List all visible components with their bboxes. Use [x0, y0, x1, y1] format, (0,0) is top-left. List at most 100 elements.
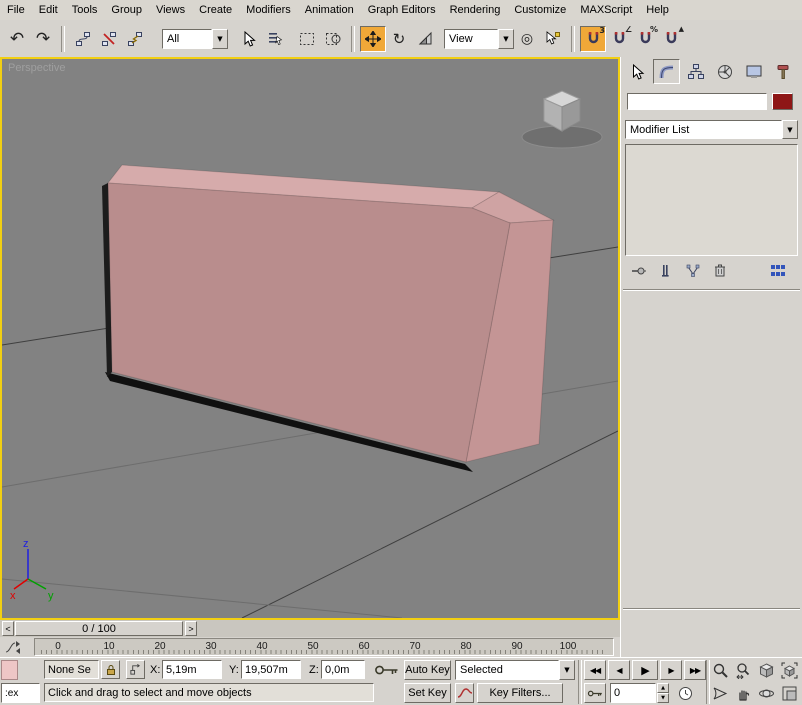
angle-snap-button[interactable]: ∠ — [606, 26, 632, 52]
auto-key-button[interactable]: Auto Key — [404, 660, 451, 680]
menu-tools[interactable]: Tools — [65, 2, 105, 18]
pan-button[interactable] — [733, 683, 754, 704]
selection-filter-arrow[interactable]: ▼ — [212, 29, 228, 49]
next-frame-arrow: > — [188, 624, 193, 634]
menu-animation[interactable]: Animation — [298, 2, 361, 18]
time-slider-prev-button[interactable]: < — [2, 621, 14, 636]
z-coord-field[interactable]: 0,0m — [321, 660, 365, 679]
x-coord-field[interactable]: 5,19m — [162, 660, 222, 679]
time-slider-handle[interactable]: 0 / 100 — [15, 621, 183, 636]
viewport-canvas[interactable]: z x y — [2, 59, 618, 618]
show-end-result-button[interactable] — [653, 261, 678, 280]
time-configuration-button[interactable] — [674, 683, 696, 703]
modifier-stack-list[interactable] — [625, 144, 798, 256]
tab-hierarchy[interactable] — [682, 59, 709, 84]
next-frame-button[interactable]: ▶ — [660, 660, 682, 680]
default-tangent-button[interactable] — [455, 683, 474, 703]
keyboard-override-toggle[interactable] — [370, 660, 402, 680]
object-name-input[interactable] — [627, 93, 767, 110]
mini-curve-editor-button[interactable] — [2, 638, 24, 656]
tab-motion[interactable] — [711, 59, 738, 84]
selection-filter-value[interactable]: All — [162, 29, 212, 49]
menu-maxscript[interactable]: MAXScript — [573, 2, 639, 18]
rectangular-selection-region-button[interactable] — [294, 26, 320, 52]
menu-help[interactable]: Help — [639, 2, 676, 18]
menu-customize[interactable]: Customize — [507, 2, 573, 18]
tab-display[interactable] — [740, 59, 767, 84]
menu-edit[interactable]: Edit — [32, 2, 65, 18]
menu-group[interactable]: Group — [104, 2, 149, 18]
undo-button[interactable]: ↶ — [4, 26, 30, 52]
frame-spinner-up[interactable]: ▲ — [657, 683, 669, 693]
bind-to-spacewarp-button[interactable] — [122, 26, 148, 52]
reference-coordinate-value[interactable]: View — [444, 29, 498, 49]
y-coord-field[interactable]: 19,507m — [241, 660, 301, 679]
panel-divider — [623, 289, 800, 291]
zoom-button[interactable] — [710, 660, 731, 681]
select-and-link-button[interactable] — [70, 26, 96, 52]
window-crossing-toggle-button[interactable] — [320, 26, 346, 52]
perspective-viewport[interactable]: z x y Perspective — [0, 57, 620, 620]
menu-views[interactable]: Views — [149, 2, 192, 18]
selection-lock-toggle[interactable] — [101, 660, 120, 679]
zoom-all-icon — [735, 662, 752, 679]
select-and-manipulate-icon — [545, 31, 561, 47]
play-button[interactable]: ▶ — [632, 660, 658, 680]
select-and-scale-button[interactable] — [412, 26, 438, 52]
prev-frame-arrow: < — [5, 624, 10, 634]
key-mode-toggle[interactable] — [584, 683, 606, 703]
key-selection-arrow[interactable]: ▼ — [559, 660, 575, 680]
go-to-end-button[interactable]: ▶▶ — [684, 660, 706, 680]
reference-coordinate-arrow[interactable]: ▼ — [498, 29, 514, 49]
viewport-label[interactable]: Perspective — [8, 62, 65, 74]
previous-frame-button[interactable]: ◀ — [608, 660, 630, 680]
menu-create[interactable]: Create — [192, 2, 239, 18]
set-key-button[interactable]: Set Key — [404, 683, 451, 703]
tab-utilities[interactable] — [769, 59, 796, 84]
select-and-rotate-button[interactable]: ↻ — [386, 26, 412, 52]
key-filters-button[interactable]: Key Filters... — [477, 683, 563, 703]
select-object-button[interactable] — [236, 26, 262, 52]
zoom-all-button[interactable] — [733, 660, 754, 681]
snaps-toggle-button[interactable]: 3 — [580, 26, 606, 52]
spinner-snap-button[interactable]: ▲ — [658, 26, 684, 52]
field-of-view-button[interactable] — [710, 683, 731, 704]
object-color-swatch[interactable] — [772, 93, 793, 110]
percent-snap-button[interactable]: % — [632, 26, 658, 52]
use-pivot-center-button[interactable]: ◎ — [514, 26, 540, 52]
arc-rotate-button[interactable] — [756, 683, 777, 704]
zoom-extents-button[interactable] — [756, 660, 777, 681]
tab-modify[interactable] — [653, 59, 680, 84]
maxscript-listener-field[interactable]: :ex — [1, 683, 40, 703]
select-and-move-button[interactable] — [360, 26, 386, 52]
modifier-list-arrow[interactable]: ▼ — [782, 120, 798, 139]
select-by-name-button[interactable] — [262, 26, 288, 52]
redo-icon: ↷ — [36, 29, 50, 49]
go-to-start-button[interactable]: ◀◀ — [584, 660, 606, 680]
pin-stack-button[interactable] — [626, 261, 651, 280]
absolute-offset-toggle[interactable] — [126, 660, 145, 679]
modifier-list-value[interactable]: Modifier List — [625, 120, 782, 139]
menu-file[interactable]: File — [0, 2, 32, 18]
frame-spinner-down[interactable]: ▼ — [657, 693, 669, 703]
remove-modifier-button[interactable] — [707, 261, 732, 280]
hierarchy-tab-icon — [687, 63, 705, 81]
unlink-selection-button[interactable] — [96, 26, 122, 52]
tab-create[interactable] — [624, 59, 651, 84]
time-slider-next-button[interactable]: > — [185, 621, 197, 636]
macro-recorder-field[interactable] — [1, 660, 18, 680]
menu-modifiers[interactable]: Modifiers — [239, 2, 298, 18]
current-frame-field[interactable]: 0 — [610, 683, 656, 703]
select-and-manipulate-button[interactable] — [540, 26, 566, 52]
track-bar-ruler[interactable]: 0 10 20 30 40 50 60 70 80 90 100 — [34, 638, 614, 656]
undo-icon: ↶ — [10, 29, 24, 49]
menu-graph-editors[interactable]: Graph Editors — [361, 2, 443, 18]
min-max-toggle-button[interactable] — [779, 683, 800, 704]
redo-button[interactable]: ↷ — [30, 26, 56, 52]
zoom-extents-all-button[interactable] — [779, 660, 800, 681]
make-unique-button[interactable] — [680, 261, 705, 280]
key-selection-value[interactable]: Selected — [455, 660, 559, 680]
time-slider-track[interactable]: < 0 / 100 > — [0, 620, 620, 637]
menu-rendering[interactable]: Rendering — [443, 2, 508, 18]
configure-modifier-sets-button[interactable] — [765, 261, 790, 280]
